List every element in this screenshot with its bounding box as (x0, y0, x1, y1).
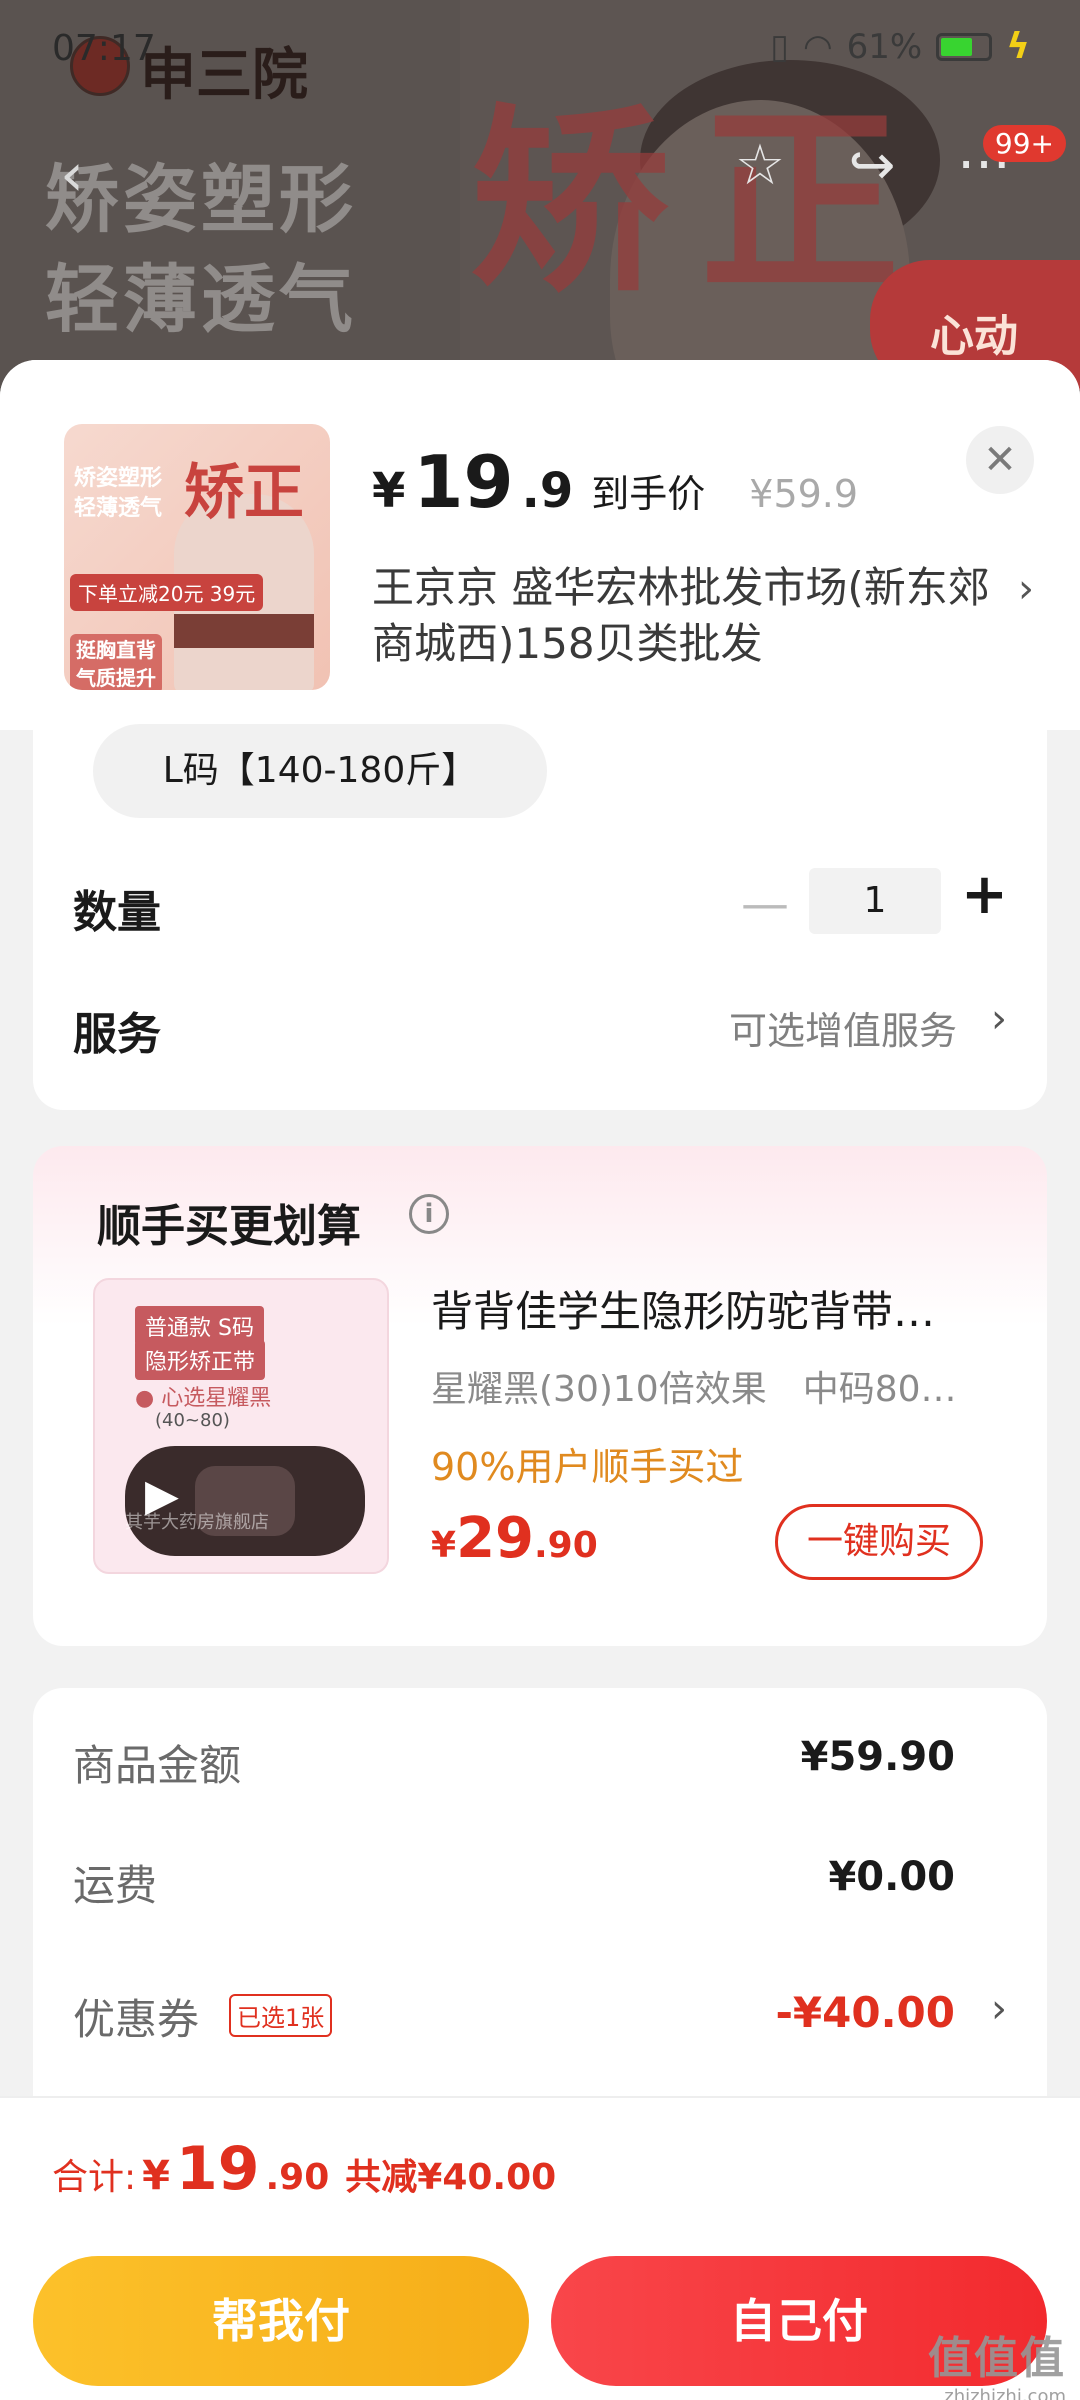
purchase-sheet: 矫正 矫姿塑形 轻薄透气 下单立减20元 39元 挺胸直背 气质提升 ¥ 19 … (0, 360, 1080, 2400)
back-icon[interactable]: ‹ (60, 140, 84, 210)
price-label: 到手价 (591, 472, 706, 516)
total-label: 合计: (52, 2157, 137, 2198)
goods-amount-value: ¥59.90 (800, 1734, 955, 1780)
total-symbol: ¥ (142, 2153, 170, 2199)
bundle-price-decimal: .90 (534, 1525, 598, 1566)
bundle-card: 顺手买更划算 i 普通款 S码 隐形矫正带 ● 心选星耀黑 (40~80) ▶ … (33, 1146, 1047, 1646)
total-savings: 共减¥40.00 (345, 2157, 557, 2198)
battery-percent: 61% (846, 26, 923, 67)
status-time: 07:17 (52, 28, 156, 69)
thumb-slogan: 矫姿塑形 轻薄透气 (74, 466, 163, 521)
price-row: ¥ 19 .9 到手价 ¥59.9 (372, 440, 858, 524)
size-option-chip[interactable]: L码【140-180斤】 (93, 724, 547, 818)
chevron-right-icon[interactable]: › (991, 996, 1007, 1042)
one-click-buy-button[interactable]: 一键购买 (775, 1504, 983, 1580)
coupon-label: 优惠券 (73, 1995, 200, 2044)
bundle-price-integer: 29 (456, 1506, 534, 1571)
price-symbol: ¥ (372, 463, 406, 519)
total-integer: 19 (175, 2134, 260, 2204)
status-icons: ▯ ◠ 61% ϟ (770, 26, 1030, 67)
favorite-star-icon[interactable]: ☆ (724, 130, 796, 202)
watermark-main: 值值值 (928, 2333, 1066, 2384)
price-integer: 19 (413, 440, 514, 524)
chevron-right-icon[interactable]: › (991, 1986, 1007, 2032)
sim-icon: ▯ (770, 26, 789, 67)
battery-icon (936, 32, 993, 61)
thumb-band (174, 614, 314, 648)
thumb-big-text: 矫正 (184, 458, 304, 528)
bg-badge-text: 心动 (930, 311, 1018, 362)
total-decimal: .90 (265, 2157, 330, 2198)
quantity-plus-button[interactable]: + (961, 862, 1008, 927)
bundle-price: ¥29.90 (431, 1506, 598, 1571)
bg-slogan-line2: 轻薄透气 (45, 257, 357, 343)
top-nav-actions: ☆ ↪ ··· (724, 130, 1020, 202)
goods-amount-label: 商品金额 (73, 1741, 242, 1790)
info-icon[interactable]: i (409, 1194, 449, 1234)
options-card: L码【140-180斤】 数量 — 1 + 服务 可选增值服务 › (33, 724, 1047, 1110)
shipping-label: 运费 (73, 1861, 158, 1910)
wifi-icon: ◠ (803, 26, 833, 67)
sheet-header: 矫正 矫姿塑形 轻薄透气 下单立减20元 39元 挺胸直背 气质提升 ¥ 19 … (0, 360, 1080, 730)
watermark-sub: zhizhizhi.com (944, 2386, 1066, 2400)
service-value[interactable]: 可选增值服务 (729, 1000, 957, 1055)
bundle-spec-size: 中码80… (802, 1369, 957, 1410)
bundle-spec-color: 星耀黑(30)10倍效果 (431, 1369, 767, 1410)
message-count-badge: 99+ (982, 125, 1066, 162)
bundle-thumb-bullet: ● 心选星耀黑 (135, 1386, 272, 1411)
site-watermark: 值值值 zhizhizhi.com (928, 2322, 1066, 2400)
quantity-label: 数量 (73, 887, 161, 938)
close-icon[interactable]: ✕ (966, 426, 1034, 494)
bundle-product-name[interactable]: 背背佳学生隐形防驼背带… (431, 1278, 1021, 1339)
shop-address[interactable]: 王京京 盛华宏林批发市场(新东郊商城西)158贝类批发 (372, 560, 992, 672)
shipping-value: ¥0.00 (828, 1854, 955, 1900)
coupon-selected-tag: 已选1张 (229, 1994, 333, 2037)
thumb-price-tag: 下单立减20元 39元 (70, 574, 264, 611)
coupon-value[interactable]: -¥40.00 (775, 1988, 955, 2037)
price-decimal: .9 (521, 463, 574, 519)
bundle-promo-text: 90%用户顺手买过 (431, 1445, 744, 1489)
quantity-minus-button[interactable]: — (741, 876, 789, 932)
service-label: 服务 (73, 1009, 161, 1060)
bg-brand-name: 申三院 (140, 42, 308, 108)
help-me-pay-button[interactable]: 帮我付 (33, 2256, 529, 2386)
amount-card: 商品金额 ¥59.90 运费 ¥0.00 优惠券 已选1张 -¥40.00 › (33, 1688, 1047, 2108)
total-row: 合计: ¥ 19 .90 共减¥40.00 (52, 2134, 556, 2204)
bg-slogan: 矫姿塑形 轻薄透气 (45, 150, 357, 350)
thumb-bottom-text: 挺胸直背 气质提升 (70, 634, 162, 690)
charging-icon: ϟ (1006, 26, 1030, 67)
bundle-thumb-watermark: 其芋大药房旗舰店 (125, 1512, 269, 1533)
bundle-product-spec: 星耀黑(30)10倍效果 中码80… (431, 1360, 1021, 1412)
bottom-action-bar: 合计: ¥ 19 .90 共减¥40.00 帮我付 自己付 (0, 2096, 1080, 2400)
original-price: ¥59.9 (749, 472, 859, 516)
bundle-title: 顺手买更划算 (97, 1201, 361, 1252)
bundle-thumb-range: (40~80) (155, 1410, 230, 1431)
bundle-price-symbol: ¥ (431, 1525, 457, 1566)
share-icon[interactable]: ↪ (836, 130, 908, 202)
product-page-background: 矫正 矫姿塑形 轻薄透气 心动 申三院 07:17 ▯ ◠ 61% ϟ ‹ ☆ … (0, 0, 1080, 420)
product-thumbnail[interactable]: 矫正 矫姿塑形 轻薄透气 下单立减20元 39元 挺胸直背 气质提升 (64, 424, 330, 690)
bundle-product-thumbnail[interactable]: 普通款 S码 隐形矫正带 ● 心选星耀黑 (40~80) ▶ 其芋大药房旗舰店 (93, 1278, 389, 1574)
quantity-input[interactable]: 1 (809, 868, 941, 934)
bundle-thumb-tag2: 隐形矫正带 (135, 1340, 266, 1380)
chevron-right-icon[interactable]: › (1018, 566, 1034, 612)
bg-slogan-line1: 矫姿塑形 (45, 157, 357, 243)
